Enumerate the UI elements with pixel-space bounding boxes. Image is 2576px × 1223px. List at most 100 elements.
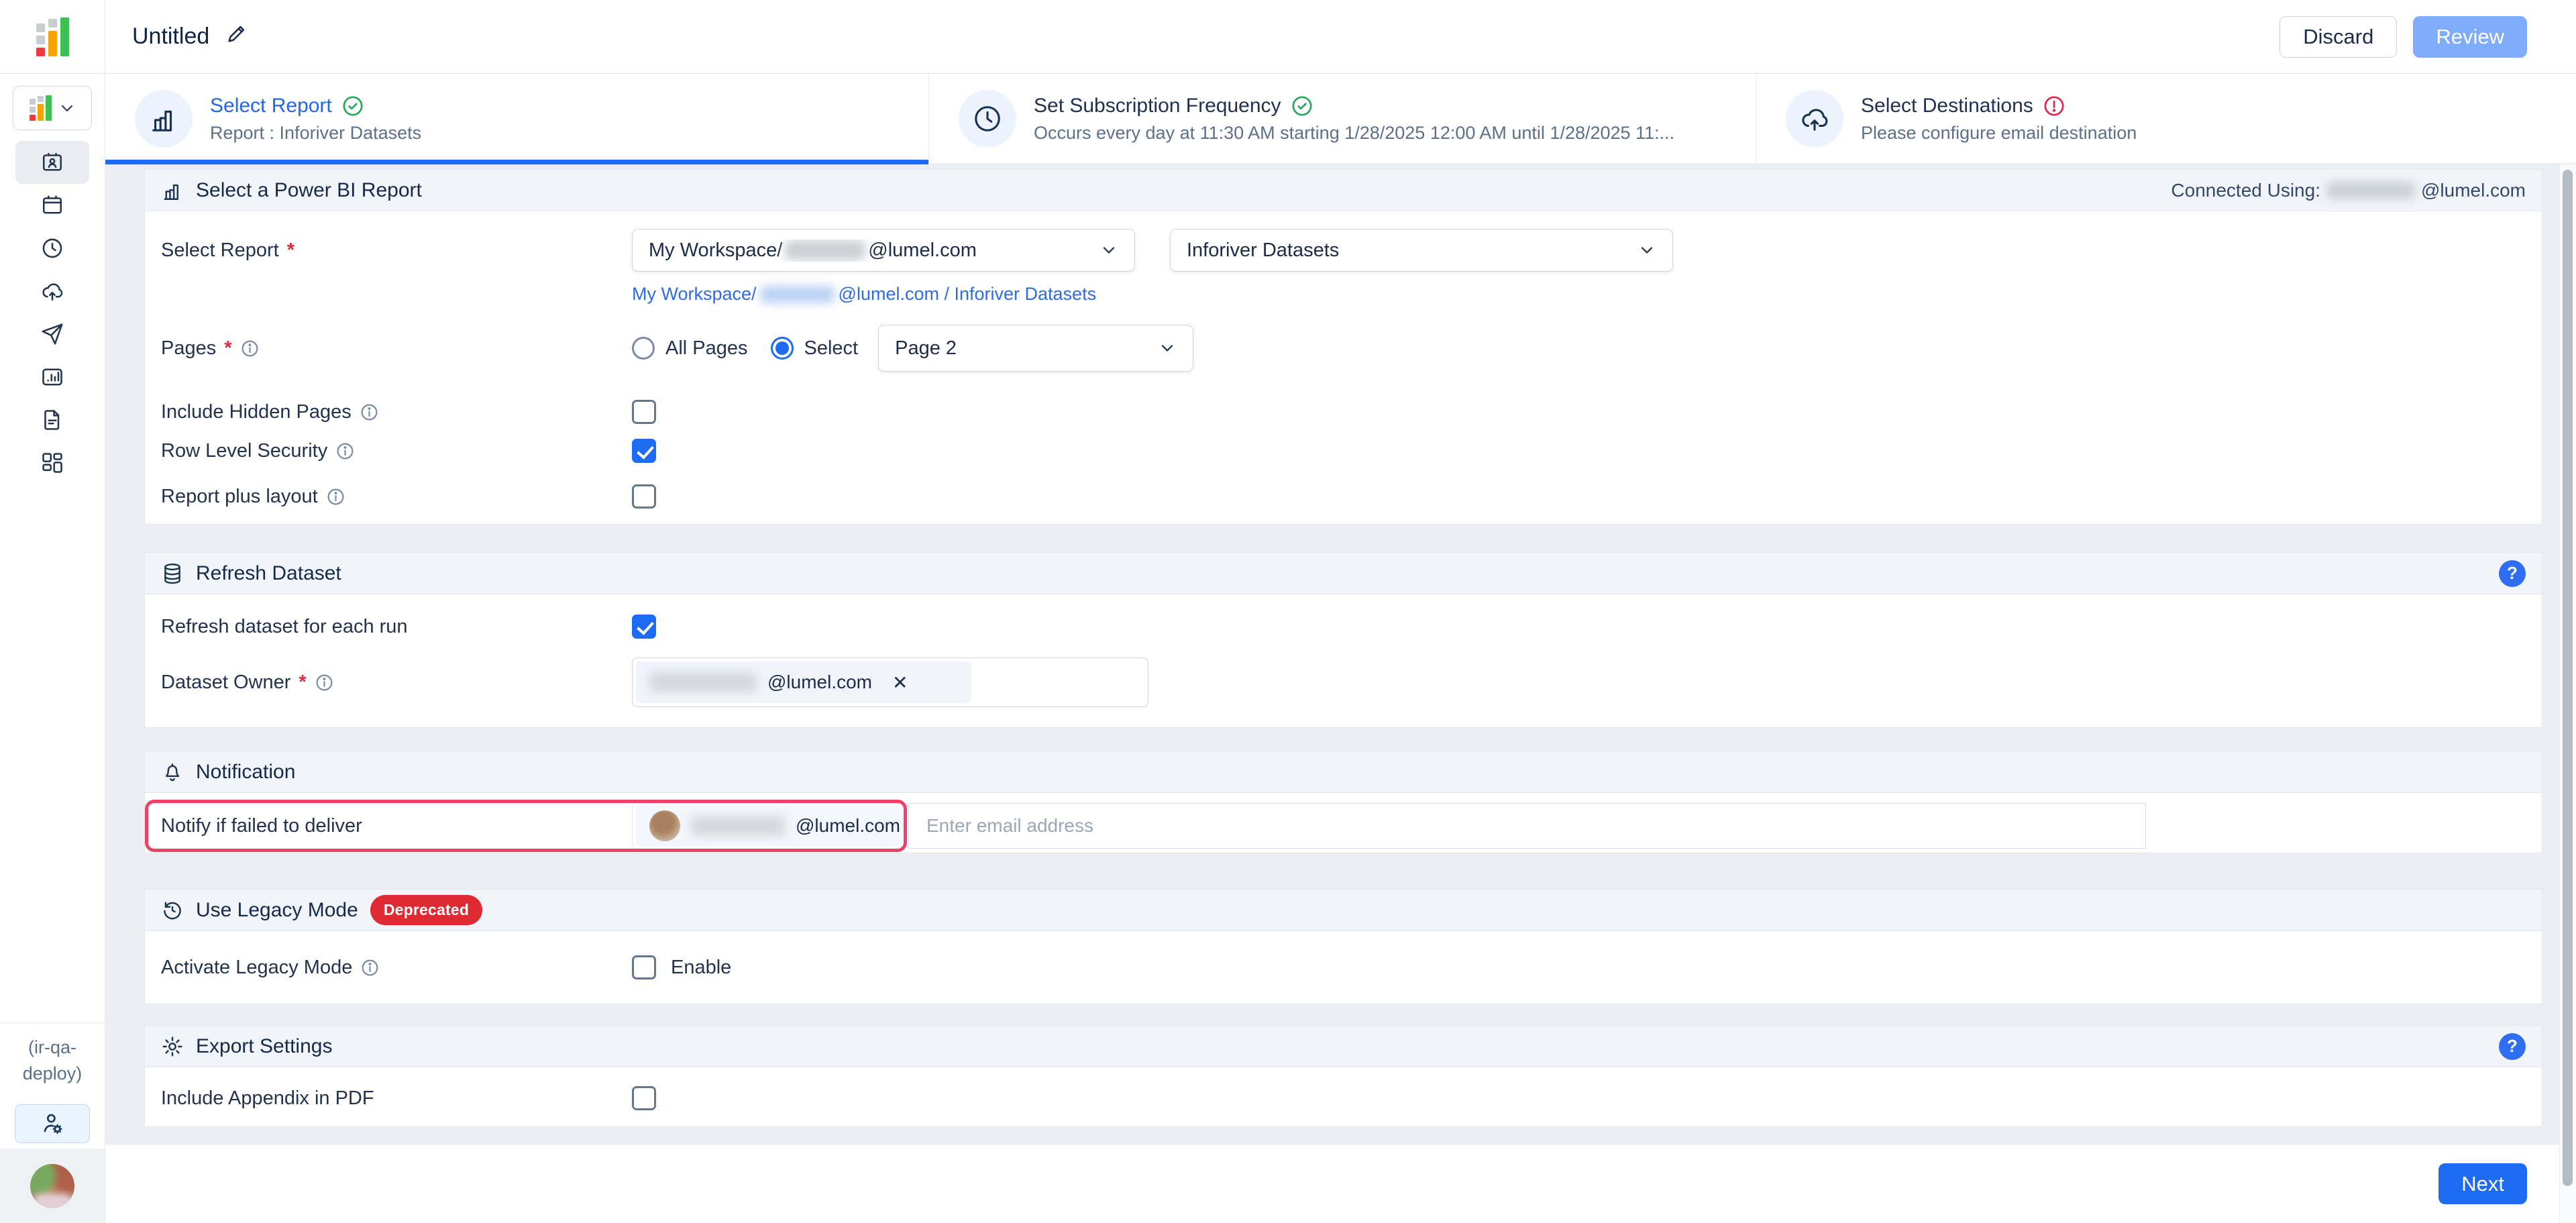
sidebar-item-subscriptions[interactable] xyxy=(15,141,89,184)
all-pages-radio[interactable] xyxy=(632,337,655,360)
workspace-dropdown-value: My Workspace/ xyxy=(649,240,782,262)
step-select-report[interactable]: Select Report Report : Inforiver Dataset… xyxy=(105,74,929,164)
section-title: Refresh Dataset xyxy=(196,562,341,585)
select-pages-radio[interactable] xyxy=(771,337,794,360)
redacted-username xyxy=(2327,182,2414,199)
chip-domain: @lumel.com xyxy=(796,815,900,837)
notify-email-input[interactable] xyxy=(908,803,2146,849)
pages-label: Pages xyxy=(161,337,216,360)
select-report-panel: Select a Power BI Report Connected Using… xyxy=(144,169,2542,525)
clock-icon xyxy=(972,103,1003,134)
bell-icon xyxy=(161,761,184,784)
check-circle-icon xyxy=(1291,95,1313,117)
discard-button[interactable]: Discard xyxy=(2279,16,2397,58)
activate-legacy-label: Activate Legacy Mode xyxy=(161,957,352,979)
notify-failed-label: Notify if failed to deliver xyxy=(161,815,362,837)
scrollbar-thumb[interactable] xyxy=(2563,170,2573,1186)
main-content: Select a Power BI Report Connected Using… xyxy=(105,164,2576,1223)
sidebar-item-history[interactable] xyxy=(15,227,89,270)
step-select-destinations[interactable]: Select Destinations Please configure ema… xyxy=(1756,74,2576,164)
page-dropdown[interactable]: Page 2 xyxy=(878,325,1193,372)
redacted-username xyxy=(761,286,835,303)
breadcrumb-suffix: @lumel.com / Inforiver Datasets xyxy=(839,284,1097,305)
export-settings-panel: Export Settings ? Include Appendix in PD… xyxy=(144,1025,2542,1127)
account-settings-button[interactable] xyxy=(15,1104,90,1143)
calendar-icon xyxy=(40,193,64,217)
sidebar-nav xyxy=(0,141,105,484)
select-pages-label: Select xyxy=(804,337,859,360)
user-avatar[interactable] xyxy=(30,1164,74,1208)
report-plus-layout-checkbox[interactable] xyxy=(632,484,656,509)
help-icon[interactable]: ? xyxy=(2499,1033,2526,1060)
database-icon xyxy=(161,562,184,585)
sidebar-item-reports[interactable] xyxy=(15,356,89,398)
workspace-dropdown-domain: @lumel.com xyxy=(868,240,977,262)
next-button[interactable]: Next xyxy=(2438,1163,2527,1204)
redacted-username xyxy=(785,240,865,260)
sidebar: (ir-qa-deploy) xyxy=(0,74,105,1223)
user-gear-icon xyxy=(40,1111,65,1136)
remove-chip-icon[interactable]: ✕ xyxy=(892,672,908,694)
report-dropdown[interactable]: Inforiver Datasets xyxy=(1170,229,1673,272)
chevron-down-icon xyxy=(58,99,76,117)
app-logo xyxy=(0,0,105,73)
refresh-each-run-checkbox[interactable] xyxy=(632,615,656,639)
row-level-security-checkbox[interactable] xyxy=(632,439,656,463)
review-button[interactable]: Review xyxy=(2413,16,2527,58)
step-set-frequency[interactable]: Set Subscription Frequency Occurs every … xyxy=(929,74,1756,164)
sidebar-item-uploads[interactable] xyxy=(15,270,89,313)
sidebar-item-dashboard[interactable] xyxy=(15,441,89,484)
wizard-footer: Next xyxy=(105,1144,2576,1223)
notify-recipient-input[interactable]: @lumel.com ✕ xyxy=(632,802,900,849)
sidebar-item-documents[interactable] xyxy=(15,398,89,441)
id-card-icon xyxy=(40,150,64,174)
sidebar-item-calendar[interactable] xyxy=(15,184,89,227)
info-icon[interactable] xyxy=(326,487,345,507)
notify-recipient-chip: @lumel.com ✕ xyxy=(636,805,949,847)
stepper: Select Report Report : Inforiver Dataset… xyxy=(105,74,2576,164)
workspace-dropdown[interactable]: My Workspace/ @lumel.com xyxy=(632,229,1135,272)
gear-icon xyxy=(161,1035,184,1058)
page-dropdown-value: Page 2 xyxy=(895,337,957,360)
edit-title-icon[interactable] xyxy=(225,22,248,51)
sidebar-item-delivery[interactable] xyxy=(15,313,89,356)
refresh-each-run-label: Refresh dataset for each run xyxy=(161,616,408,638)
breadcrumb-prefix: My Workspace/ xyxy=(632,284,757,305)
help-icon[interactable]: ? xyxy=(2499,560,2526,587)
info-icon[interactable] xyxy=(360,403,379,422)
bar-chart-icon xyxy=(148,103,179,134)
required-marker: * xyxy=(299,672,306,694)
required-marker: * xyxy=(287,240,294,262)
chevron-down-icon xyxy=(1099,241,1118,260)
cloud-upload-icon xyxy=(1799,103,1830,134)
history-icon xyxy=(161,899,184,922)
info-icon[interactable] xyxy=(315,673,334,692)
info-icon[interactable] xyxy=(360,958,380,977)
enable-legacy-checkbox[interactable] xyxy=(632,955,656,979)
info-icon[interactable] xyxy=(240,339,260,358)
check-circle-icon xyxy=(341,95,364,117)
document-icon xyxy=(40,408,64,432)
step-subtitle: Occurs every day at 11:30 AM starting 1/… xyxy=(1034,123,1674,144)
all-pages-label: All Pages xyxy=(665,337,748,360)
report-breadcrumb-link[interactable]: My Workspace/ @lumel.com / Inforiver Dat… xyxy=(632,284,1096,305)
alert-circle-icon xyxy=(2043,95,2065,117)
report-plus-layout-label: Report plus layout xyxy=(161,486,318,508)
include-appendix-checkbox[interactable] xyxy=(632,1086,656,1110)
select-report-label: Select Report xyxy=(161,240,279,262)
deprecated-badge: Deprecated xyxy=(370,895,482,925)
notification-panel: Notification Notify if failed to deliver… xyxy=(144,751,2542,853)
info-icon[interactable] xyxy=(335,441,355,461)
sidebar-divider xyxy=(0,1023,105,1024)
recipient-avatar xyxy=(649,810,680,841)
enable-label: Enable xyxy=(671,957,731,979)
legacy-mode-panel: Use Legacy Mode Deprecated Activate Lega… xyxy=(144,889,2542,1004)
send-icon xyxy=(40,322,64,346)
section-title: Select a Power BI Report xyxy=(196,179,422,202)
dataset-owner-input[interactable]: @lumel.com ✕ xyxy=(632,657,1148,707)
inforiver-mini-logo-icon xyxy=(30,95,52,121)
include-hidden-pages-checkbox[interactable] xyxy=(632,400,656,424)
step-subtitle: Report : Inforiver Datasets xyxy=(210,123,421,144)
chevron-down-icon xyxy=(1638,241,1656,260)
workspace-switcher-button[interactable] xyxy=(13,86,92,130)
